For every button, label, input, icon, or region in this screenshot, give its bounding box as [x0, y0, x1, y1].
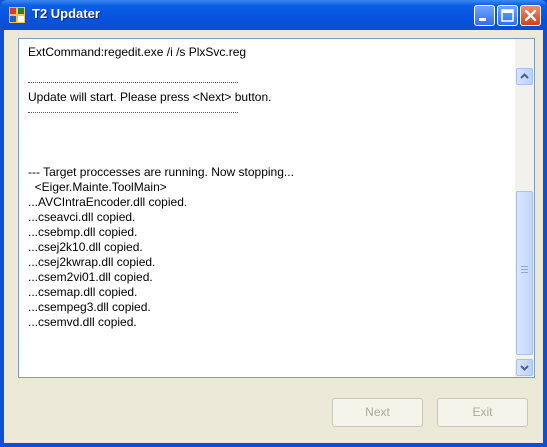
- log-line: ...csej2k10.dll copied.: [28, 240, 143, 254]
- maximize-icon: [501, 9, 514, 22]
- log-line: ...AVCIntraEncoder.dll copied.: [28, 195, 188, 209]
- title-bar[interactable]: T2 Updater: [0, 0, 547, 30]
- chevron-up-icon: [520, 73, 529, 79]
- maximize-button[interactable]: [497, 5, 518, 26]
- updater-window: T2 Updater ExtCommand:regedit.exe /i /s …: [0, 0, 547, 447]
- log-line: ...csej2kwrap.dll copied.: [28, 255, 156, 269]
- scrollbar-thumb[interactable]: [516, 191, 533, 355]
- log-line: ...cseavci.dll copied.: [28, 210, 136, 224]
- app-icon: [9, 7, 25, 23]
- log-line: Update will start. Please press <Next> b…: [28, 90, 272, 104]
- minimize-button[interactable]: [474, 5, 495, 26]
- close-button[interactable]: [520, 5, 541, 26]
- vertical-scrollbar[interactable]: [515, 39, 534, 377]
- exit-button[interactable]: Exit: [437, 398, 528, 427]
- log-line: ExtCommand:regedit.exe /i /s PlxSvc.reg: [28, 45, 247, 59]
- log-separator: [28, 105, 508, 120]
- log-lines: ExtCommand:regedit.exe /i /s PlxSvc.reg …: [28, 45, 508, 330]
- chevron-down-icon: [520, 365, 529, 371]
- log-line: ...csempeg3.dll copied.: [28, 300, 151, 314]
- minimize-icon: [479, 18, 486, 21]
- log-line: ...csebmp.dll copied.: [28, 225, 138, 239]
- close-icon: [524, 9, 537, 22]
- scroll-up-button[interactable]: [516, 68, 533, 85]
- grip-icon: [521, 266, 528, 274]
- log-textbox[interactable]: ExtCommand:regedit.exe /i /s PlxSvc.reg …: [18, 38, 535, 378]
- log-separator: [28, 75, 508, 90]
- next-button[interactable]: Next: [332, 398, 423, 427]
- log-line: <Eiger.Mainte.ToolMain>: [28, 180, 167, 194]
- scroll-down-button[interactable]: [516, 359, 533, 376]
- log-line: ...csemap.dll copied.: [28, 285, 138, 299]
- log-line: ...csemvd.dll copied.: [28, 315, 137, 329]
- log-line: ...csem2vi01.dll copied.: [28, 270, 153, 284]
- log-line: --- Target proccesses are running. Now s…: [28, 165, 294, 179]
- window-title: T2 Updater: [32, 6, 100, 21]
